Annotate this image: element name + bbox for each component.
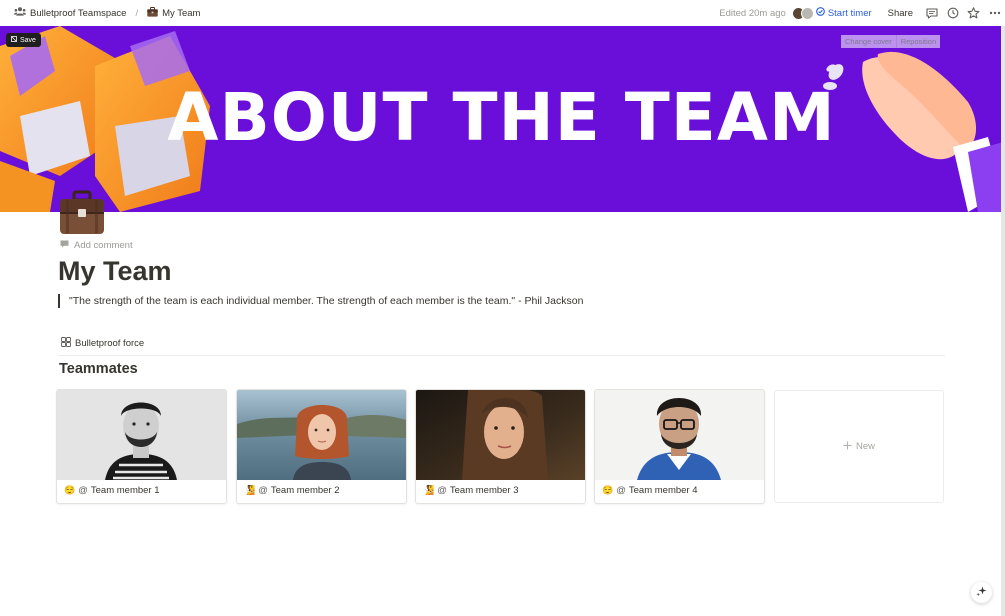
breadcrumb-workspace-label: Bulletproof Teamspace [30, 7, 127, 19]
relieved-face-icon: 😌 [602, 485, 614, 495]
breadcrumb-page[interactable]: My Team [144, 5, 203, 22]
member-photo [57, 390, 226, 480]
share-button[interactable]: Share [888, 8, 913, 19]
card-caption: 😌 @ Team member 4 [602, 485, 698, 496]
gallery-view-icon [61, 337, 71, 350]
briefcase-icon[interactable] [58, 190, 106, 236]
start-timer-button[interactable]: Start timer [815, 7, 872, 19]
deaf-person-icon: 🧏 [423, 485, 435, 495]
ai-sparkle-button[interactable] [971, 582, 992, 603]
card-caption: 😌 @ Team member 1 [64, 485, 160, 496]
favorite-star-icon[interactable] [963, 3, 984, 24]
cover-controls: Change cover Reposition [841, 35, 941, 48]
card-title: Team member 2 [270, 485, 340, 496]
add-comment-label: Add comment [74, 240, 133, 251]
history-icon[interactable] [942, 3, 963, 24]
start-timer-label: Start timer [827, 7, 872, 19]
gallery-card[interactable]: 🧏 @ Team member 2 [236, 389, 407, 504]
card-title: Team member 3 [449, 485, 519, 496]
more-icon[interactable] [984, 3, 1005, 24]
comment-icon [60, 240, 69, 251]
save-cover-button[interactable]: Save [6, 33, 41, 47]
view-tab-gallery[interactable]: Bulletproof force [61, 337, 144, 350]
plus-icon [843, 441, 852, 453]
edited-timestamp: Edited 20m ago [719, 7, 786, 19]
member-photo [416, 390, 585, 480]
avatar[interactable] [800, 6, 814, 20]
breadcrumb-separator: / [135, 7, 139, 19]
teamspace-icon [14, 7, 26, 19]
mention-symbol: @ [258, 485, 268, 496]
gallery-card[interactable]: 😌 @ Team member 1 [56, 389, 227, 504]
clapping-hands-illustration [823, 51, 1001, 212]
briefcase-icon [147, 6, 158, 20]
save-icon [11, 36, 17, 44]
save-cover-label: Save [20, 36, 36, 44]
breadcrumb-workspace[interactable]: Bulletproof Teamspace [11, 5, 129, 21]
card-title: Team member 1 [90, 485, 160, 496]
card-caption: 🧏 @ Team member 3 [423, 485, 519, 496]
member-photo [595, 390, 764, 480]
new-card-button[interactable]: New [774, 390, 944, 503]
comments-icon[interactable] [921, 3, 942, 24]
divider [58, 355, 945, 356]
collaborator-avatars[interactable] [791, 6, 814, 20]
gallery-card[interactable]: 😌 @ Team member 4 [594, 389, 765, 504]
timer-check-icon [815, 7, 825, 19]
relieved-face-icon: 😌 [64, 485, 76, 495]
view-tab-label: Bulletproof force [75, 338, 145, 349]
deaf-person-icon: 🧏 [244, 485, 256, 495]
member-photo [237, 390, 406, 480]
top-actions: Edited 20m ago Start timer Share [719, 0, 1005, 26]
card-title: Team member 4 [628, 485, 698, 496]
gallery-card[interactable]: 🧏 @ Team member 3 [415, 389, 586, 504]
top-bar: Bulletproof Teamspace / My Team Edited 2… [0, 0, 1005, 26]
new-card-label: New [855, 441, 875, 452]
scrollbar[interactable] [1001, 26, 1005, 616]
card-caption: 🧏 @ Team member 2 [244, 485, 340, 496]
cover-image: ABOUT THE TEAM Save Change cover Reposit… [0, 26, 1001, 212]
add-comment-button[interactable]: Add comment [60, 240, 133, 251]
mention-symbol: @ [78, 485, 88, 496]
change-cover-button[interactable]: Change cover [841, 35, 896, 48]
page-title[interactable]: My Team [58, 256, 172, 287]
quote-block[interactable]: "The strength of the team is each indivi… [58, 294, 583, 308]
sparkle-icon [976, 584, 987, 602]
breadcrumb-page-label: My Team [162, 7, 201, 19]
reposition-button[interactable]: Reposition [895, 35, 941, 48]
mention-symbol: @ [437, 485, 447, 496]
breadcrumb: Bulletproof Teamspace / My Team [0, 5, 203, 22]
section-title: Teammates [59, 361, 138, 377]
mention-symbol: @ [616, 485, 626, 496]
